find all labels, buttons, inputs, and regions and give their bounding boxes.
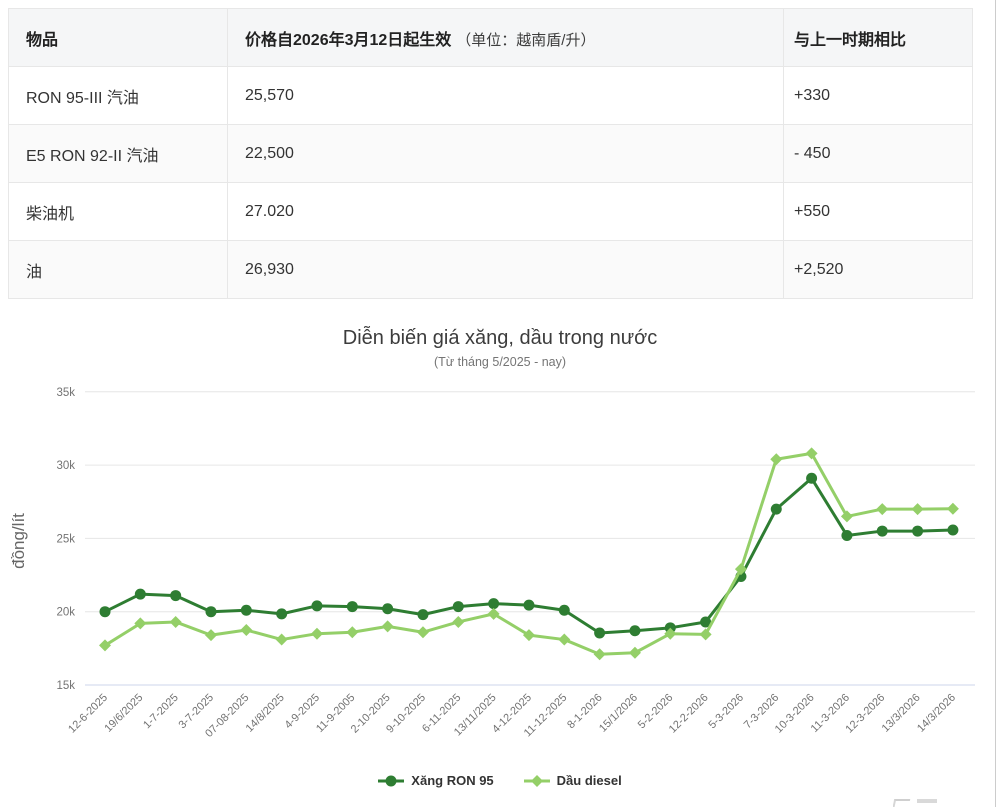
table-row: E5 RON 92-II 汽油 22,500 - 450 [9,125,973,183]
data-point-marker[interactable] [629,647,641,659]
data-point-marker[interactable] [347,601,358,612]
legend-marker-icon [378,774,404,788]
data-point-marker[interactable] [170,590,181,601]
y-axis-title: đồng/lít [9,513,28,569]
cell-change: +2,520 [784,241,973,299]
data-point-marker[interactable] [453,601,464,612]
cell-change: +550 [784,183,973,241]
col-header-change: 与上一时期相比 [784,9,973,67]
y-axis-tick-label: 25k [56,533,75,545]
x-axis-tick-label: 1-7-2025 [141,692,181,732]
x-axis-tick-label: 19/6/2025 [102,692,145,735]
data-point-marker[interactable] [100,606,111,617]
line-chart-canvas: 35k 30k 25k 20k 15k12-6-202519/6/20251-7-202… [0,381,1000,771]
data-point-marker[interactable] [912,503,924,515]
data-point-marker[interactable] [241,605,252,616]
data-point-marker[interactable] [523,600,534,611]
chart-legend: Xăng RON 95 Dầu diesel [0,773,1000,788]
x-axis-tick-label: 14/8/2025 [244,692,287,735]
cell-price: 25,570 [228,67,784,125]
data-point-marker[interactable] [876,503,888,515]
table-row: 柴油机 27.020 +550 [9,183,973,241]
data-point-marker[interactable] [771,504,782,515]
data-point-marker[interactable] [558,634,570,646]
x-axis-tick-label: 12-6-2025 [66,692,110,736]
data-point-marker[interactable] [205,629,217,641]
watermark-glyph-fragment [893,799,910,807]
table-row: 油 26,930 +2,520 [9,241,973,299]
cropped-watermark [893,799,953,807]
fuel-price-table: 物品 价格自2026年3月12日起生效 （单位：越南盾/升） 与上一时期相比 RO… [8,8,973,299]
cell-price: 22,500 [228,125,784,183]
data-point-marker[interactable] [417,609,428,620]
cell-item: 油 [9,241,228,299]
data-point-marker[interactable] [594,627,605,638]
data-point-marker[interactable] [170,616,182,628]
data-point-marker[interactable] [947,525,958,536]
data-point-marker[interactable] [559,605,570,616]
data-point-marker[interactable] [311,600,322,611]
data-point-marker[interactable] [452,616,464,628]
data-point-marker[interactable] [629,625,640,636]
col-header-item-label: 物品 [26,32,58,49]
cell-item: 柴油机 [9,183,228,241]
col-header-item: 物品 [9,9,228,67]
x-axis-tick-label: 14/3/2026 [915,692,958,735]
cell-price: 26,930 [228,241,784,299]
watermark-glyph-fragment [917,799,937,803]
table-header-row: 物品 价格自2026年3月12日起生效 （单位：越南盾/升） 与上一时期相比 [9,9,973,67]
page: 物品 价格自2026年3月12日起生效 （单位：越南盾/升） 与上一时期相比 RO… [0,0,1000,807]
data-point-marker[interactable] [877,526,888,537]
cell-item: E5 RON 92-II 汽油 [9,125,228,183]
data-point-marker[interactable] [346,626,358,638]
y-axis-tick-label: 20k [56,607,75,619]
legend-item[interactable]: Xăng RON 95 [378,773,493,788]
data-point-marker[interactable] [488,598,499,609]
col-header-change-label: 与上一时期相比 [794,32,906,49]
data-point-marker[interactable] [594,648,606,660]
fuel-price-chart: Diễn biến giá xăng, dầu trong nước (Từ t… [0,327,1000,788]
col-header-price-note: （单位：越南盾/升） [456,32,595,49]
data-point-marker[interactable] [841,510,853,522]
data-point-marker[interactable] [417,626,429,638]
data-point-marker[interactable] [841,530,852,541]
table-row: RON 95-III 汽油 25,570 +330 [9,67,973,125]
data-point-marker[interactable] [276,634,288,646]
data-point-marker[interactable] [770,453,782,465]
cell-price: 27.020 [228,183,784,241]
x-axis-tick-label: 5-3-2026 [706,692,746,732]
data-point-marker[interactable] [311,628,323,640]
legend-item[interactable]: Dầu diesel [524,773,622,788]
page-right-border [995,0,996,807]
legend-label: Xăng RON 95 [411,773,493,788]
data-point-marker[interactable] [806,473,817,484]
chart-title: Diễn biến giá xăng, dầu trong nước [0,327,1000,350]
y-axis-tick-label: 15k [56,680,75,692]
legend-label: Dầu diesel [557,773,622,788]
cell-change: +330 [784,67,973,125]
data-point-marker[interactable] [382,603,393,614]
data-point-marker[interactable] [912,526,923,537]
legend-marker-icon [524,774,550,788]
data-point-marker[interactable] [700,628,712,640]
y-axis-tick-label: 30k [56,460,75,472]
cell-change: - 450 [784,125,973,183]
data-point-marker[interactable] [947,503,959,515]
series-line [105,453,953,654]
data-point-marker[interactable] [205,606,216,617]
col-header-price-label: 价格自2026年3月12日起生效 [245,32,451,49]
data-point-marker[interactable] [806,447,818,459]
y-axis-tick-label: 35k [56,387,75,399]
col-header-price: 价格自2026年3月12日起生效 （单位：越南盾/升） [228,9,784,67]
data-point-marker[interactable] [240,624,252,636]
data-point-marker[interactable] [276,608,287,619]
data-point-marker[interactable] [135,589,146,600]
data-point-marker[interactable] [382,620,394,632]
cell-item: RON 95-III 汽油 [9,67,228,125]
x-axis-tick-label: 15/1/2026 [597,692,640,735]
chart-subtitle: (Từ tháng 5/2025 - nay) [0,355,1000,369]
